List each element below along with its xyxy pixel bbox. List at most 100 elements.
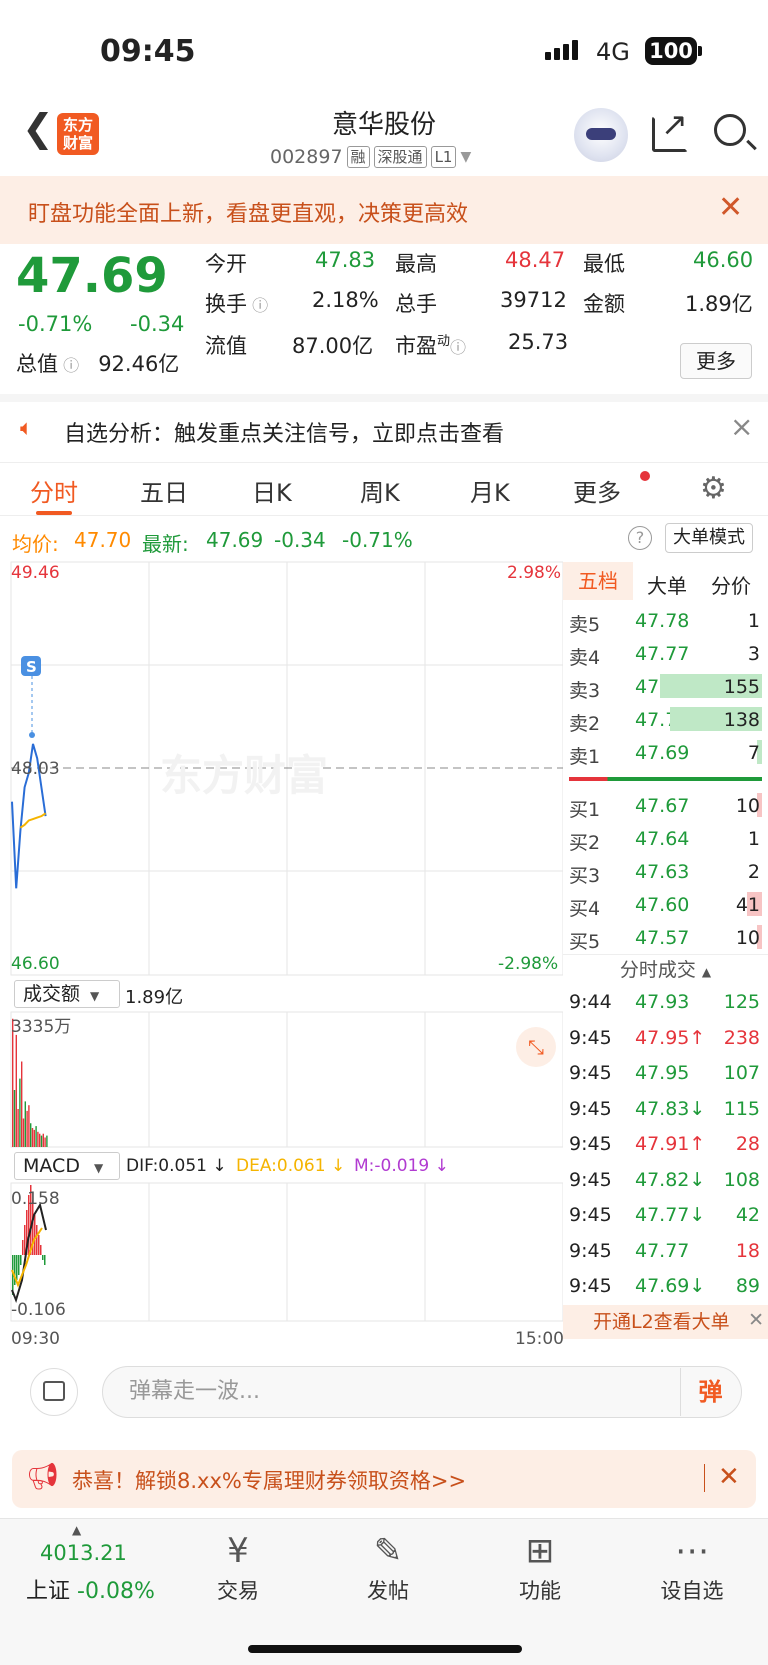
nav-functions[interactable]: ⊞ 功能 [512,1531,568,1605]
danmu-send-button[interactable]: 弹 [680,1368,740,1416]
tab-intraday[interactable]: 分时 [30,473,78,508]
search-icon[interactable] [714,114,746,146]
share-icon[interactable] [652,105,688,152]
tick-volume: 28 [735,1133,760,1155]
signal-icon [545,40,581,60]
chevron-down-icon: ▼ [90,989,100,1003]
tick-volume: 115 [723,1097,760,1120]
orderbook-row: 卖2 47.70 138 [563,703,768,736]
danmu-input[interactable]: 弹幕走一波... [102,1366,742,1418]
nav-add-watchlist[interactable]: ⋯ 设自选 [654,1531,730,1605]
tab-more[interactable]: 更多 [573,473,621,508]
notice-text: 自选分析：触发重点关注信号，立即点击查看 [64,422,505,447]
nav-trade[interactable]: ¥ 交易 [210,1531,266,1605]
big-order-mode-button[interactable]: 大单模式 [665,523,753,553]
ticks-header[interactable]: 分时成交 ▲ [563,954,768,984]
tag-level: L1 [430,146,457,168]
tick-time: 9:45 [569,1204,612,1226]
volume-bar [30,1123,32,1147]
price-info-line: 均价: 47.70 最新: 47.69 -0.34 -0.71% [0,525,768,556]
chevron-up-icon: ▲ [701,965,712,979]
current-price: 47.69 [16,248,168,304]
macd-bar [38,1235,40,1255]
macd-indicator-select[interactable]: MACD ▼ [14,1152,120,1180]
level-price: 47.64 [635,828,690,850]
orderbook-row: 买5 47.57 10 [563,921,768,954]
macd-bar [24,1225,26,1255]
macd-indicator-label: MACD [23,1155,80,1177]
volume-bar [37,1131,39,1147]
info-icon[interactable]: ⓘ [247,296,268,315]
info-icon[interactable]: ⓘ [58,356,84,375]
tick-volume: 108 [723,1168,760,1191]
index-value[interactable]: 4013.21 [40,1541,127,1565]
open-value: 47.83 [315,248,376,272]
tab-price-distribution[interactable]: 分价 [711,570,751,599]
macd-bar [42,1255,44,1260]
volume-bar [21,1061,23,1147]
close-icon[interactable]: × [730,410,753,443]
tab-big-orders[interactable]: 大单 [647,570,687,599]
avg-label: 均价: [12,532,59,556]
volume-indicator-select[interactable]: 成交额 ▼ [14,980,120,1008]
volume-bar [46,1135,48,1147]
trade-tick-row: 9:45 47.69↓ 89 [563,1268,768,1304]
turnover-value: 2.18% [312,288,379,312]
l2-upgrade-banner[interactable]: 开通L2查看大单 ✕ [563,1305,768,1339]
signal-point [29,732,35,738]
close-icon[interactable]: ✕ [748,1303,764,1337]
trade-tick-row: 9:45 47.95 107 [563,1055,768,1091]
orderbook-row: 买4 47.60 41 [563,888,768,921]
volume-bar [12,1018,14,1147]
danmu-settings-icon[interactable] [30,1368,78,1416]
info-icon[interactable]: ⓘ [450,338,466,357]
analysis-notice[interactable]: 🔈︎ 自选分析：触发重点关注信号，立即点击查看 × [0,394,768,454]
level-volume: 3 [747,643,760,665]
stock-subtitle[interactable]: 002897 融 深股通 L1 ▼ [270,146,471,168]
avg-value: 47.70 [74,528,132,552]
gear-icon[interactable]: ⚙ [700,471,727,506]
feature-banner[interactable]: 盯盘功能全面上新，看盘更直观，决策更高效 ✕ [0,176,768,244]
notification-dot [640,471,650,481]
tick-time: 9:44 [569,991,612,1013]
expand-icon[interactable]: ⤡ [516,1027,556,1067]
trade-tick-row: 9:45 47.77 18 [563,1233,768,1269]
tick-price: 47.95 [635,1062,690,1084]
volume-bar [40,1135,43,1147]
nav-post[interactable]: ✎ 发帖 [360,1531,416,1605]
macd-dif: DIF:0.051 ↓ [126,1156,227,1176]
tab-monthly-k[interactable]: 月K [470,473,510,508]
volume-bar [33,1129,35,1147]
level-volume: 2 [747,861,760,883]
promo-banner[interactable]: 📢︎ 恭喜！解锁8.xx%专属理财券领取资格>> ✕ [12,1450,756,1508]
assistant-avatar-icon[interactable] [574,108,628,162]
order-book: 五档 大单 分价 卖547.781卖447.773卖347.76155卖247.… [563,562,768,1304]
tag-margin: 融 [346,146,370,168]
y-low-label: 46.60 [11,954,60,974]
close-icon[interactable]: ✕ [718,190,743,225]
macd-bar [26,1210,28,1255]
macd-bar [32,1200,34,1255]
signal-marker-icon [21,656,41,676]
more-button[interactable]: 更多 [680,343,752,379]
volume-bar [26,1110,28,1147]
tab-5day[interactable]: 五日 [140,473,188,508]
tick-price: 47.91↑ [635,1133,706,1155]
speaker-icon: 🔈︎ [20,416,34,441]
latest-label: 最新: [142,532,189,556]
index-info[interactable]: 上证 -0.08% [26,1573,155,1605]
macd-bar [40,1245,42,1255]
tab-daily-k[interactable]: 日K [252,473,292,508]
tick-volume: 18 [735,1239,760,1262]
total-value-amount: 92.46亿 [98,352,180,376]
close-icon[interactable]: ✕ [718,1462,740,1492]
change-amount: -0.34 [130,312,185,336]
level-label: 卖1 [569,746,601,768]
tab-weekly-k[interactable]: 周K [360,473,400,508]
nav-functions-label: 功能 [519,1579,561,1603]
total-value: 总值 ⓘ 92.46亿 [16,348,179,378]
m-text: M:-0.019 [354,1156,430,1176]
network-type: 4G [596,38,630,66]
help-icon[interactable]: ? [628,526,652,550]
tab-five-levels[interactable]: 五档 [563,562,633,600]
